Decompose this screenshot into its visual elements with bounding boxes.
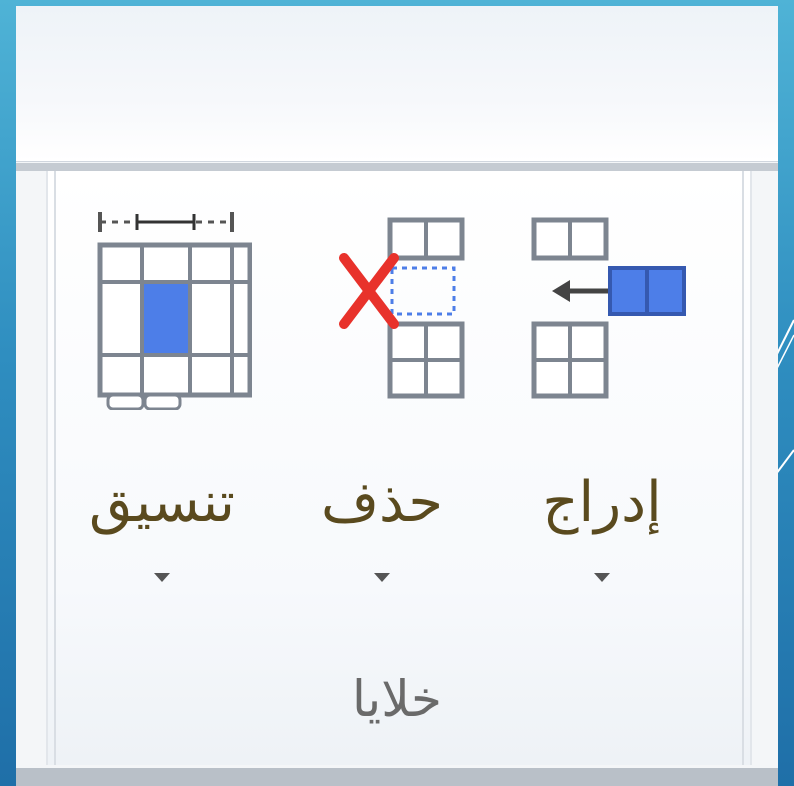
insert-button[interactable]: إدراج: [502, 195, 702, 605]
insert-dropdown-arrow[interactable]: [594, 573, 610, 582]
format-dropdown-arrow[interactable]: [154, 573, 170, 582]
delete-dropdown-arrow[interactable]: [374, 573, 390, 582]
delete-button[interactable]: حذف: [282, 195, 482, 605]
delete-button-label: حذف: [320, 470, 444, 535]
insert-cells-icon: [531, 217, 686, 399]
format-button[interactable]: تنسيق: [62, 195, 262, 605]
format-cells-icon: [97, 212, 252, 410]
ribbon-bottom-bar: [16, 768, 778, 786]
insert-button-label: إدراج: [542, 470, 662, 535]
format-button-label: تنسيق: [88, 470, 236, 535]
cells-group-label: خلايا: [352, 670, 442, 728]
ribbon-top-area: [16, 6, 778, 162]
delete-cells-icon: [339, 217, 465, 399]
ribbon-separator: [16, 163, 778, 171]
